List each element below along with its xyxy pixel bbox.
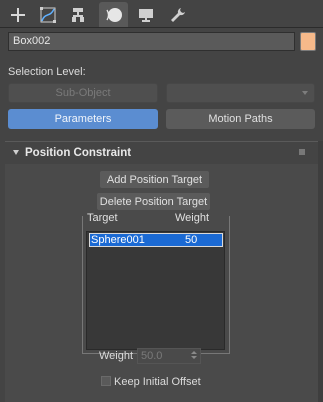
rollout-header[interactable]: Position Constraint (5, 142, 319, 164)
modify-curve-icon (39, 7, 56, 23)
tab-hierarchy[interactable] (63, 2, 92, 28)
collapse-arrow-icon (13, 150, 19, 155)
object-color-swatch[interactable] (300, 32, 316, 51)
rollout-title: Position Constraint (25, 147, 132, 159)
display-monitor-icon (138, 9, 153, 22)
object-name-field[interactable]: Box002 (8, 32, 295, 51)
tab-motion[interactable] (99, 2, 128, 28)
tab-modify[interactable] (33, 2, 62, 28)
target-list[interactable]: Sphere001 50 (86, 231, 225, 350)
motion-icon (105, 8, 122, 22)
weight-label: Weight (99, 350, 134, 362)
keep-initial-offset-label: Keep Initial Offset (114, 376, 201, 388)
weight-spinner[interactable]: 50.0 (137, 348, 201, 364)
spinner-arrows-icon[interactable] (191, 351, 197, 361)
wrench-icon (170, 8, 185, 22)
motion-paths-button[interactable]: Motion Paths (166, 109, 315, 129)
sub-object-dropdown[interactable] (166, 83, 315, 103)
weight-value: 50.0 (141, 350, 163, 362)
target-weight: 50 (185, 234, 198, 246)
tab-create[interactable] (3, 2, 32, 28)
plus-icon (10, 8, 25, 22)
weight-column-header: Weight (175, 212, 210, 224)
hierarchy-icon (71, 8, 84, 22)
sub-object-button[interactable]: Sub-Object (8, 83, 158, 103)
tab-divider (0, 27, 323, 28)
delete-position-target-button[interactable]: Delete Position Target (97, 193, 210, 210)
list-item[interactable]: Sphere001 50 (89, 233, 223, 247)
drag-grip-icon[interactable] (299, 149, 305, 155)
tab-utilities[interactable] (163, 2, 192, 28)
target-column-header: Target (87, 212, 118, 224)
command-panel-tabs (0, 0, 323, 29)
panel-scrollbar-track[interactable] (318, 141, 323, 402)
tab-display[interactable] (131, 2, 160, 28)
parameters-button[interactable]: Parameters (8, 109, 158, 129)
add-position-target-button[interactable]: Add Position Target (100, 171, 209, 188)
keep-initial-offset-checkbox[interactable] (101, 376, 111, 386)
chevron-down-icon (302, 91, 308, 95)
target-name: Sphere001 (91, 234, 145, 246)
selection-level-label: Selection Level: (8, 66, 86, 78)
